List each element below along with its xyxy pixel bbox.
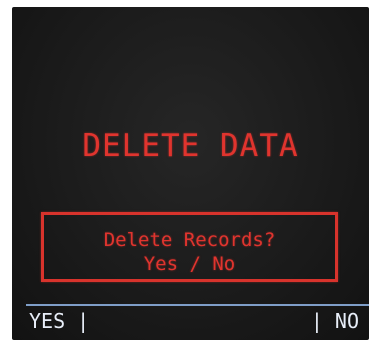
lcd-screen: DELETE DATA Delete Records? Yes / No YES… [12, 7, 369, 340]
yes-softkey[interactable]: YES | [29, 309, 89, 333]
dialog-question: Delete Records? [103, 229, 276, 251]
confirm-dialog: Delete Records? Yes / No [41, 212, 338, 282]
softkey-divider [26, 304, 369, 306]
screen-title: DELETE DATA [82, 128, 299, 164]
softkey-bar: YES | | NO [12, 304, 369, 340]
device-panel: DELETE DATA Delete Records? Yes / No YES… [0, 0, 376, 347]
no-softkey[interactable]: | NO [311, 309, 359, 333]
dialog-options: Yes / No [143, 253, 236, 275]
